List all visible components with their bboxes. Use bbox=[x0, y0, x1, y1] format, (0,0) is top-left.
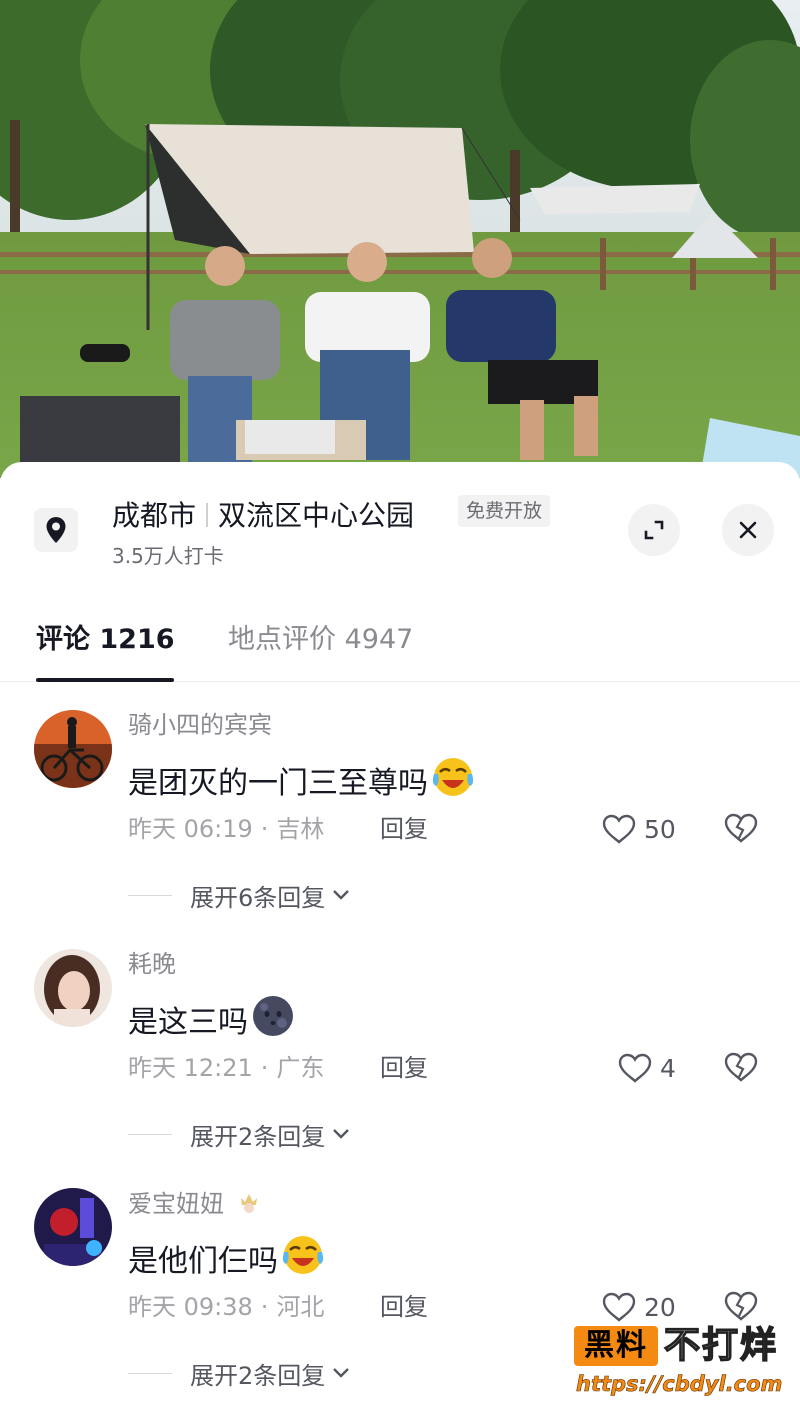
like-button[interactable]: 50 bbox=[602, 812, 676, 846]
broken-heart-icon bbox=[724, 1291, 758, 1321]
close-button[interactable] bbox=[722, 504, 774, 556]
expand-icon bbox=[644, 520, 664, 540]
avatar[interactable] bbox=[34, 1188, 112, 1266]
expand-replies-button[interactable]: 展开2条回复 bbox=[128, 1117, 351, 1151]
like-count: 50 bbox=[644, 814, 676, 844]
replies-divider bbox=[128, 894, 172, 896]
expand-replies-label: 展开2条回复 bbox=[190, 1122, 326, 1151]
comment-text: 是这三吗 bbox=[128, 993, 296, 1052]
heart-icon bbox=[602, 1292, 636, 1322]
comment-region: 河北 bbox=[276, 1293, 325, 1321]
watermark-box-text: 黑料 bbox=[574, 1326, 658, 1366]
comment-meta: 昨天 06:19 · 吉林 bbox=[128, 814, 324, 844]
comment-time: 昨天 12:21 bbox=[128, 1054, 253, 1082]
username-text: 爱宝妞妞 bbox=[128, 1190, 224, 1218]
title-divider bbox=[206, 503, 209, 527]
crown-badge-icon bbox=[236, 1188, 262, 1221]
comment-username[interactable]: 耗晚 bbox=[128, 949, 176, 979]
location-city: 成都市 bbox=[112, 499, 197, 532]
meta-separator: · bbox=[260, 1054, 269, 1082]
comment-region: 吉林 bbox=[276, 815, 325, 843]
free-entry-badge: 免费开放 bbox=[458, 495, 551, 527]
chevron-down-icon bbox=[333, 1129, 350, 1139]
tab-place-reviews[interactable]: 地点评价 4947 bbox=[228, 620, 413, 660]
chevron-down-icon bbox=[333, 890, 350, 900]
comment-text-content: 是团灭的一门三至尊吗 bbox=[128, 765, 428, 801]
laughing-crying-icon bbox=[280, 1232, 326, 1291]
expand-replies-label: 展开6条回复 bbox=[190, 883, 326, 912]
comment-text-content: 是这三吗 bbox=[128, 1004, 248, 1040]
laughing-crying-icon bbox=[430, 754, 476, 813]
replies-divider bbox=[128, 1133, 172, 1135]
like-count: 20 bbox=[644, 1292, 676, 1322]
broken-heart-icon bbox=[724, 813, 758, 843]
comment-text-content: 是他们仨吗 bbox=[128, 1243, 278, 1279]
reply-button[interactable]: 回复 bbox=[380, 1292, 428, 1322]
expand-replies-button[interactable]: 展开2条回复 bbox=[128, 1356, 351, 1390]
expand-replies-label: 展开2条回复 bbox=[190, 1361, 326, 1390]
comment-region: 广东 bbox=[276, 1054, 325, 1082]
location-pin-icon bbox=[34, 508, 78, 552]
reply-button[interactable]: 回复 bbox=[380, 1053, 428, 1083]
comment-text: 是他们仨吗 bbox=[128, 1232, 326, 1291]
heart-icon bbox=[602, 814, 636, 844]
meta-separator: · bbox=[260, 815, 269, 843]
moon-face-icon bbox=[250, 993, 296, 1052]
avatar[interactable] bbox=[34, 710, 112, 788]
location-name: 双流区中心公园 bbox=[218, 499, 415, 532]
avatar[interactable] bbox=[34, 949, 112, 1027]
expand-button[interactable] bbox=[628, 504, 680, 556]
dislike-button[interactable] bbox=[724, 812, 758, 848]
tab-comments[interactable]: 评论 1216 bbox=[36, 620, 175, 660]
watermark-url: https://cbdyl.com bbox=[576, 1372, 783, 1397]
expand-replies-button[interactable]: 展开6条回复 bbox=[128, 878, 351, 912]
comments-sheet: 成都市 双流区中心公园 免费开放 3.5万人打卡 评论 1216 地点评价 494… bbox=[0, 462, 800, 1422]
comment-username[interactable]: 爱宝妞妞 bbox=[128, 1188, 262, 1221]
comment-item: 骑小四的宾宾 是团灭的一门三至尊吗 昨天 06:19 · 吉林 回复 50 展开… bbox=[0, 710, 800, 950]
like-count: 4 bbox=[660, 1053, 676, 1083]
meta-separator: · bbox=[260, 1293, 269, 1321]
comment-meta: 昨天 09:38 · 河北 bbox=[128, 1292, 324, 1322]
close-icon bbox=[739, 521, 757, 539]
like-button[interactable]: 4 bbox=[618, 1051, 676, 1085]
broken-heart-icon bbox=[724, 1052, 758, 1082]
chevron-down-icon bbox=[333, 1368, 350, 1378]
comment-time: 昨天 06:19 bbox=[128, 815, 253, 843]
comment-meta: 昨天 12:21 · 广东 bbox=[128, 1053, 324, 1083]
active-tab-indicator bbox=[36, 678, 174, 682]
checkin-count: 3.5万人打卡 bbox=[112, 544, 224, 568]
comment-item: 耗晚 是这三吗 昨天 12:21 · 广东 回复 4 展开2条回复 bbox=[0, 949, 800, 1189]
reply-button[interactable]: 回复 bbox=[380, 814, 428, 844]
replies-divider bbox=[128, 1372, 172, 1374]
watermark: 黑料 不打烊 https://cbdyl.com bbox=[574, 1324, 783, 1404]
heart-icon bbox=[618, 1053, 652, 1083]
comment-time: 昨天 09:38 bbox=[128, 1293, 253, 1321]
comment-tabs: 评论 1216 地点评价 4947 bbox=[0, 614, 800, 682]
comment-username[interactable]: 骑小四的宾宾 bbox=[128, 710, 272, 740]
like-button[interactable]: 20 bbox=[602, 1290, 676, 1324]
location-title: 成都市 双流区中心公园 bbox=[112, 494, 414, 534]
dislike-button[interactable] bbox=[724, 1051, 758, 1087]
dislike-button[interactable] bbox=[724, 1290, 758, 1326]
location-header[interactable]: 成都市 双流区中心公园 免费开放 3.5万人打卡 bbox=[0, 462, 800, 582]
watermark-side-text: 不打烊 bbox=[663, 1324, 779, 1367]
comment-text: 是团灭的一门三至尊吗 bbox=[128, 754, 476, 813]
location-photo bbox=[0, 0, 800, 478]
